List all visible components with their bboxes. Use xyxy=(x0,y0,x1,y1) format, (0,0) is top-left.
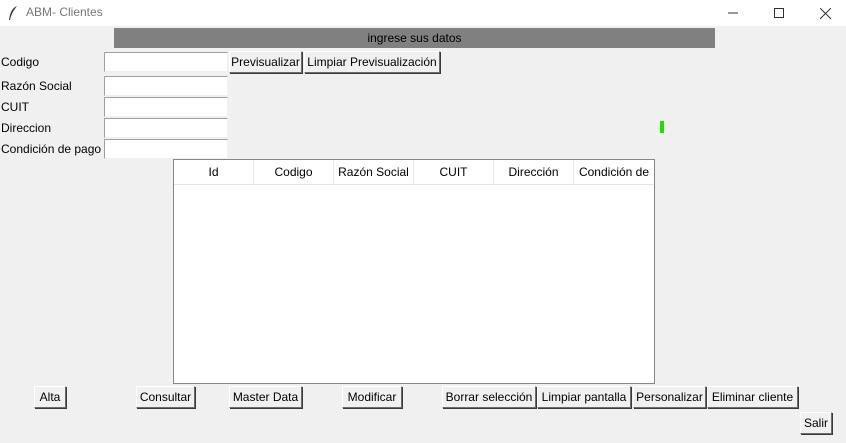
title-bar: ABM- Clientes xyxy=(0,0,846,26)
condicion-pago-label: Condición de pago xyxy=(1,142,102,156)
close-icon xyxy=(819,7,831,19)
direccion-label: Direccion xyxy=(1,121,52,135)
limpiar-pantalla-button[interactable]: Limpiar pantalla xyxy=(537,386,631,408)
table-header: Id Codigo Razón Social CUIT Dirección Co… xyxy=(174,160,654,185)
instructions-banner: ingrese sus datos xyxy=(114,28,715,48)
direccion-field[interactable] xyxy=(104,118,228,138)
codigo-label: Codigo xyxy=(1,55,40,69)
clientes-table[interactable]: Id Codigo Razón Social CUIT Dirección Co… xyxy=(173,159,655,384)
consultar-button[interactable]: Consultar xyxy=(136,386,195,408)
cuit-label: CUIT xyxy=(1,100,29,114)
column-header-razon-social[interactable]: Razón Social xyxy=(334,160,414,184)
column-header-cuit[interactable]: CUIT xyxy=(414,160,494,184)
status-indicator xyxy=(660,121,664,133)
razon-social-field[interactable] xyxy=(104,76,228,96)
borrar-seleccion-button[interactable]: Borrar selección xyxy=(442,386,536,408)
master-data-button[interactable]: Master Data xyxy=(229,386,302,408)
condicion-pago-field[interactable] xyxy=(104,139,228,159)
alta-button[interactable]: Alta xyxy=(34,386,66,408)
column-header-direccion[interactable]: Dirección xyxy=(494,160,574,184)
maximize-icon xyxy=(774,8,784,18)
column-header-codigo[interactable]: Codigo xyxy=(254,160,334,184)
codigo-field[interactable] xyxy=(104,52,228,72)
column-header-condicion[interactable]: Condición de xyxy=(574,160,654,184)
previsualizar-button[interactable]: Previsualizar xyxy=(229,51,302,73)
minimize-button[interactable] xyxy=(710,0,756,26)
modificar-button[interactable]: Modificar xyxy=(342,386,402,408)
razon-social-label: Razón Social xyxy=(1,79,72,93)
eliminar-cliente-button[interactable]: Eliminar cliente xyxy=(707,386,798,408)
column-header-id[interactable]: Id xyxy=(174,160,254,184)
window-title: ABM- Clientes xyxy=(26,5,103,19)
minimize-icon xyxy=(728,12,738,14)
limpiar-previsualizacion-button[interactable]: Limpiar Previsualización xyxy=(304,51,440,73)
personalizar-button[interactable]: Personalizar xyxy=(633,386,706,408)
salir-button[interactable]: Salir xyxy=(800,412,832,434)
close-button[interactable] xyxy=(802,0,846,26)
maximize-button[interactable] xyxy=(756,0,802,26)
feather-icon xyxy=(9,6,17,20)
cuit-field[interactable] xyxy=(104,97,228,117)
